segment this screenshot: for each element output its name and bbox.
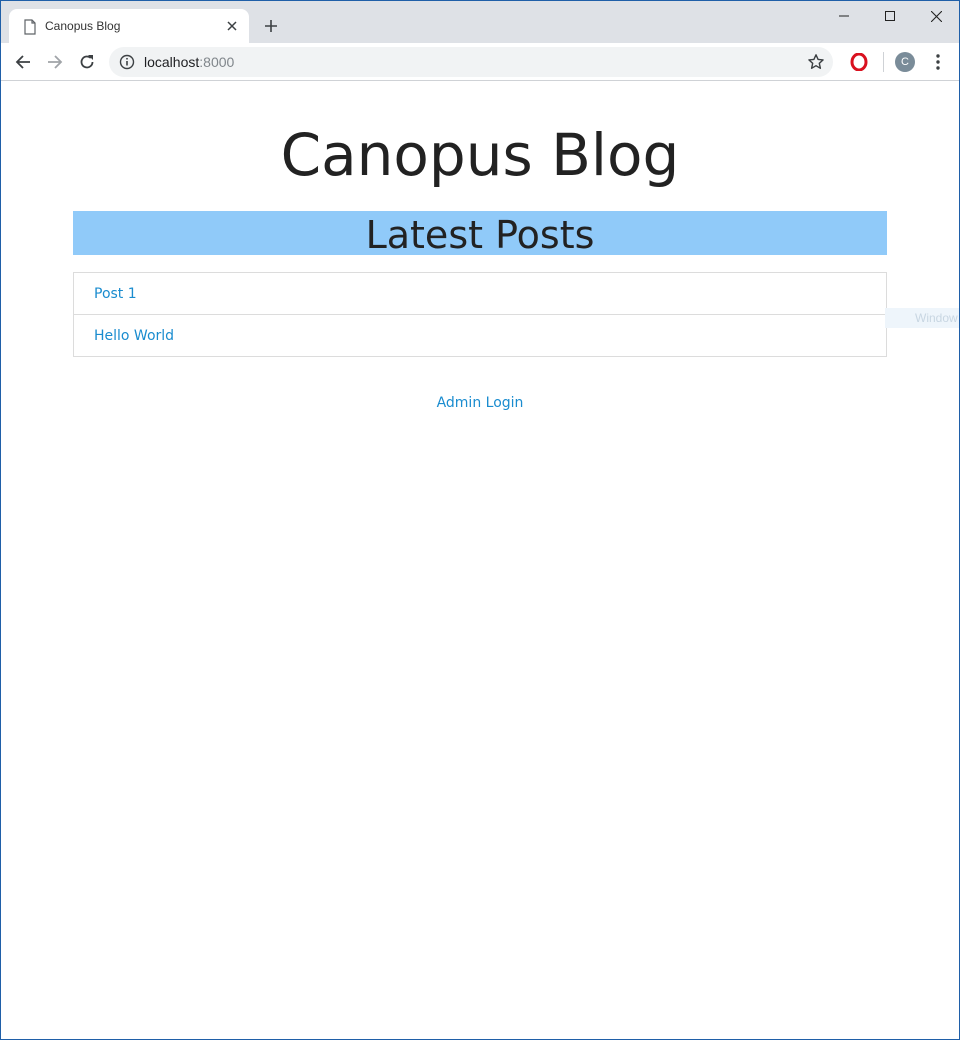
page-content: Canopus Blog Latest Posts Post 1 Hello W… [1,81,959,1039]
post-link[interactable]: Hello World [94,328,174,344]
windows-overlay-ghost: Window [885,308,959,328]
post-link[interactable]: Post 1 [94,286,137,302]
minimize-icon[interactable] [821,1,867,31]
bookmark-star-icon[interactable] [807,53,825,71]
new-tab-icon[interactable] [259,14,283,38]
reload-icon[interactable] [73,48,101,76]
maximize-icon[interactable] [867,1,913,31]
forward-arrow-icon[interactable] [41,48,69,76]
latest-posts-heading: Latest Posts [73,211,887,255]
browser-toolbar: localhost:8000 C [1,43,959,81]
list-item: Post 1 [74,273,886,314]
page-icon [24,19,36,35]
kebab-menu-icon[interactable] [929,52,947,72]
browser-window: Canopus Blog localhost:8000 C Canopus Bl… [0,0,960,1040]
close-window-icon[interactable] [913,1,959,31]
avatar-initial: C [901,56,909,68]
info-icon[interactable] [119,54,135,70]
site-title: Canopus Blog [280,121,680,189]
post-list: Post 1 Hello World [73,272,887,357]
url-text[interactable]: localhost:8000 [144,54,234,70]
tab-canopus-blog[interactable]: Canopus Blog [9,9,249,43]
profile-avatar[interactable]: C [895,52,915,72]
admin-login-link[interactable]: Admin Login [1,395,959,411]
toolbar-divider [883,52,884,72]
tab-strip: Canopus Blog [1,1,959,43]
opera-vpn-icon[interactable] [850,53,868,71]
tab-title: Canopus Blog [45,19,121,33]
address-bar[interactable]: localhost:8000 [109,47,833,77]
close-tab-icon[interactable] [223,17,241,35]
list-item: Hello World [74,314,886,356]
back-arrow-icon[interactable] [9,48,37,76]
